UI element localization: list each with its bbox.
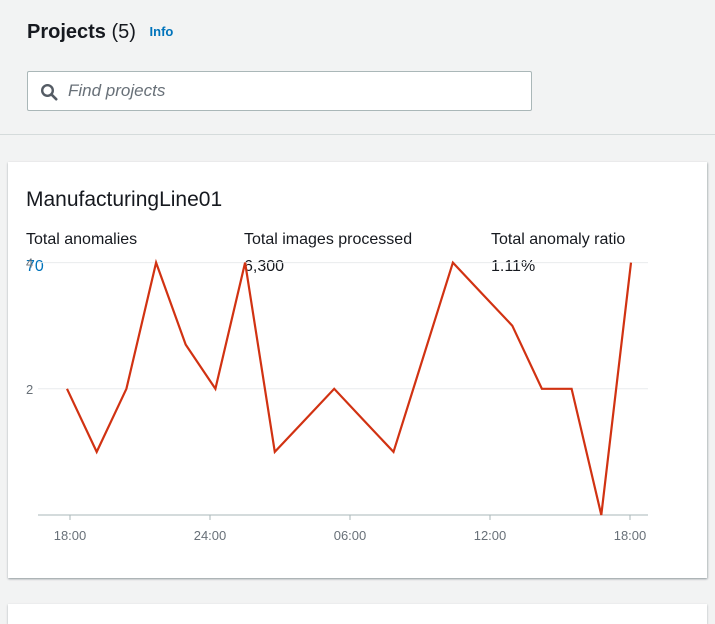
x-tick-label: 18:00: [614, 528, 647, 543]
y-tick-label: 2: [26, 382, 33, 397]
x-tick-label: 24:00: [194, 528, 227, 543]
anomaly-line-chart: 2 4 18:00 24:00 06:00 12:00 18:00: [26, 256, 648, 543]
next-project-card: [8, 604, 707, 624]
page-header: Projects (5) Info: [0, 0, 715, 135]
search-box[interactable]: [27, 71, 532, 111]
info-link[interactable]: Info: [150, 24, 174, 39]
search-icon: [40, 83, 58, 101]
page-title-text: Projects: [27, 21, 106, 43]
search-input[interactable]: [68, 72, 523, 110]
page-title: Projects (5) Info: [27, 21, 173, 44]
project-card: ManufacturingLine01 Total anomalies 70 T…: [8, 162, 707, 578]
x-tick-label: 18:00: [54, 528, 87, 543]
x-tick-label: 06:00: [334, 528, 367, 543]
y-tick-label: 4: [26, 256, 33, 271]
project-count: (5): [111, 21, 136, 43]
x-tick-label: 12:00: [474, 528, 507, 543]
